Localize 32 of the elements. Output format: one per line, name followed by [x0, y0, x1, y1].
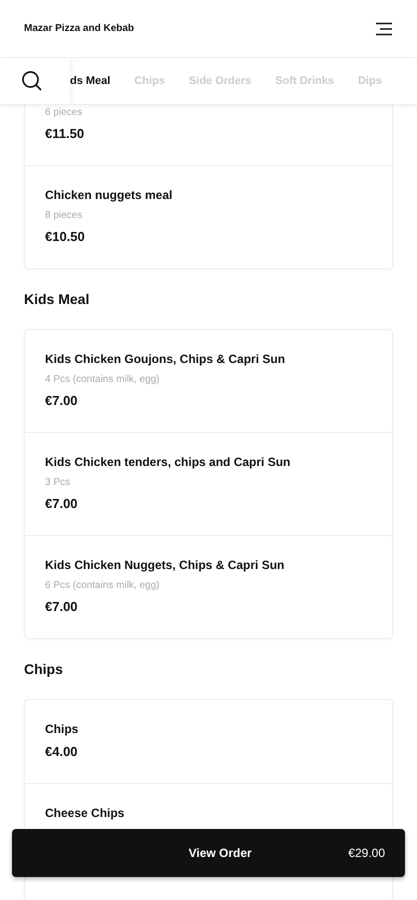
menu-icon[interactable] — [375, 22, 393, 36]
item-name: Kids Chicken Nuggets, Chips & Capri Sun — [45, 558, 286, 572]
item-description: 6 Pcs (contains milk, egg) — [45, 580, 160, 591]
category-tab[interactable]: ds Meal — [70, 75, 110, 87]
restaurant-name: Mazar Pizza and Kebab — [24, 23, 134, 34]
menu-item[interactable]: Kids Chicken tenders, chips and Capri Sun 3 Pcs €7.00 — [25, 432, 392, 535]
section-heading: Chips — [24, 660, 64, 679]
menu-item[interactable]: Kids Chicken Goujons, Chips & Capri Sun 4 Pcs (contains milk, egg) €7.00 — [25, 330, 392, 432]
item-name: Kids Chicken tenders, chips and Capri Sun — [45, 455, 292, 469]
item-description: 8 pieces — [45, 210, 84, 221]
item-price: €7.00 — [45, 393, 79, 408]
item-description: 6 pieces — [45, 107, 84, 118]
item-description: 4 Pcs (contains milk, egg) — [45, 374, 160, 385]
item-price: €7.00 — [45, 599, 79, 614]
item-description: 3 Pcs — [45, 477, 72, 488]
menu-item[interactable]: Chips €4.00 — [25, 700, 392, 783]
menu-item[interactable]: Chicken nuggets meal 8 pieces €10.50 — [25, 165, 392, 268]
search-icon — [21, 70, 43, 92]
view-order-label: View Order — [188, 846, 253, 860]
item-name: Chicken nuggets meal — [45, 188, 174, 202]
item-price: €11.50 — [45, 126, 86, 141]
item-name: Kids Chicken Goujons, Chips & Capri Sun — [45, 352, 286, 366]
order-total: €29.00 — [348, 846, 385, 860]
item-price: €7.00 — [45, 496, 79, 511]
item-name: Cheese Chips — [45, 806, 126, 820]
item-price: €4.00 — [45, 744, 79, 759]
item-name: Chips — [45, 722, 80, 736]
menu-item[interactable]: Kids Chicken Nuggets, Chips & Capri Sun 6 Pcs (contains milk, egg) €7.00 — [25, 535, 392, 638]
menu-item[interactable]: 6 pieces €11.50 — [25, 105, 392, 165]
section-heading: Kids Meal — [24, 290, 90, 309]
item-price: €10.50 — [45, 229, 86, 244]
view-order-button[interactable]: View Order €29.00 — [12, 829, 405, 877]
